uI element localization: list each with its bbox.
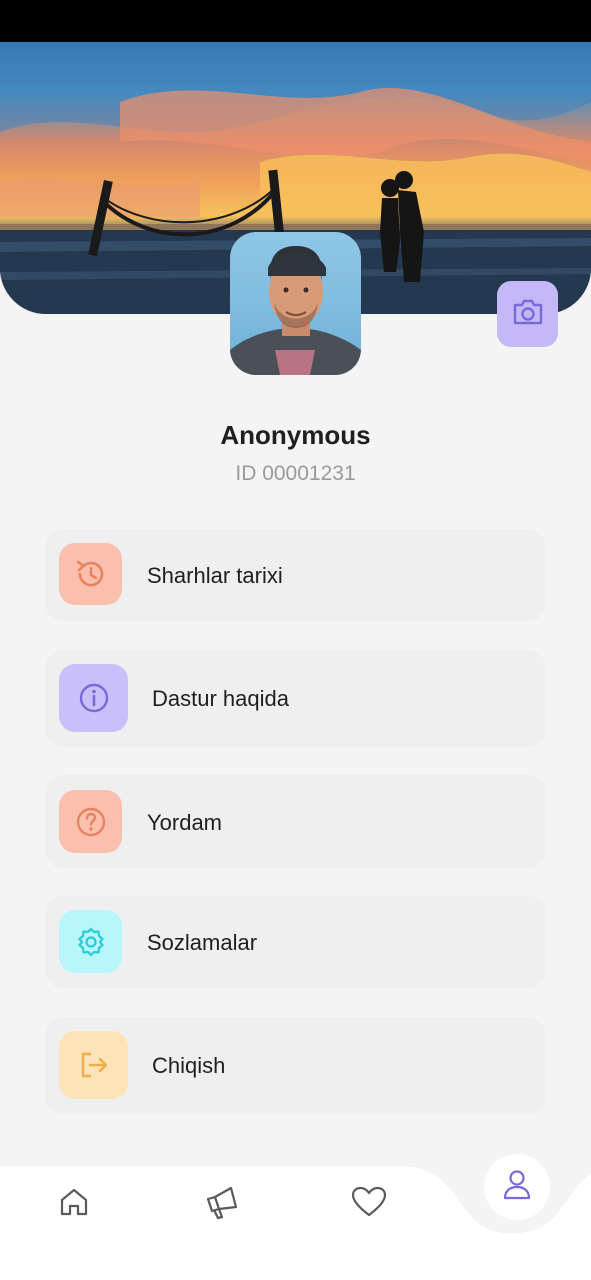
nav-profile[interactable] [484,1154,550,1220]
heart-icon [351,1186,387,1223]
avatar[interactable] [230,232,361,375]
info-icon [59,664,128,732]
settings-icon [59,910,122,973]
camera-icon [512,298,544,331]
home-icon [58,1186,90,1223]
menu-item-history[interactable]: Sharhlar tarixi [45,529,546,621]
user-name: Anonymous [220,420,371,450]
megaphone-icon [203,1183,241,1226]
menu-item-help[interactable]: Yordam [45,775,546,868]
menu-label: Sharhlar tarixi [147,563,283,588]
status-bar [0,0,591,42]
menu-label: Yordam [147,810,223,835]
menu-item-settings[interactable]: Sozlamalar [45,896,546,988]
menu-label: Chiqish [152,1053,226,1078]
change-cover-button[interactable] [497,281,558,347]
logout-icon [59,1031,128,1099]
user-icon [502,1169,532,1206]
menu-item-about[interactable]: Dastur haqida [45,650,546,747]
help-icon [59,790,122,853]
menu-label: Sozlamalar [147,930,258,955]
user-id: ID 00001231 [235,462,356,485]
nav-home[interactable] [56,1186,92,1222]
menu-label: Dastur haqida [152,686,289,711]
nav-announcements[interactable] [202,1184,242,1224]
history-icon [59,543,122,605]
nav-favorites[interactable] [350,1186,388,1222]
menu-item-logout[interactable]: Chiqish [45,1017,546,1114]
